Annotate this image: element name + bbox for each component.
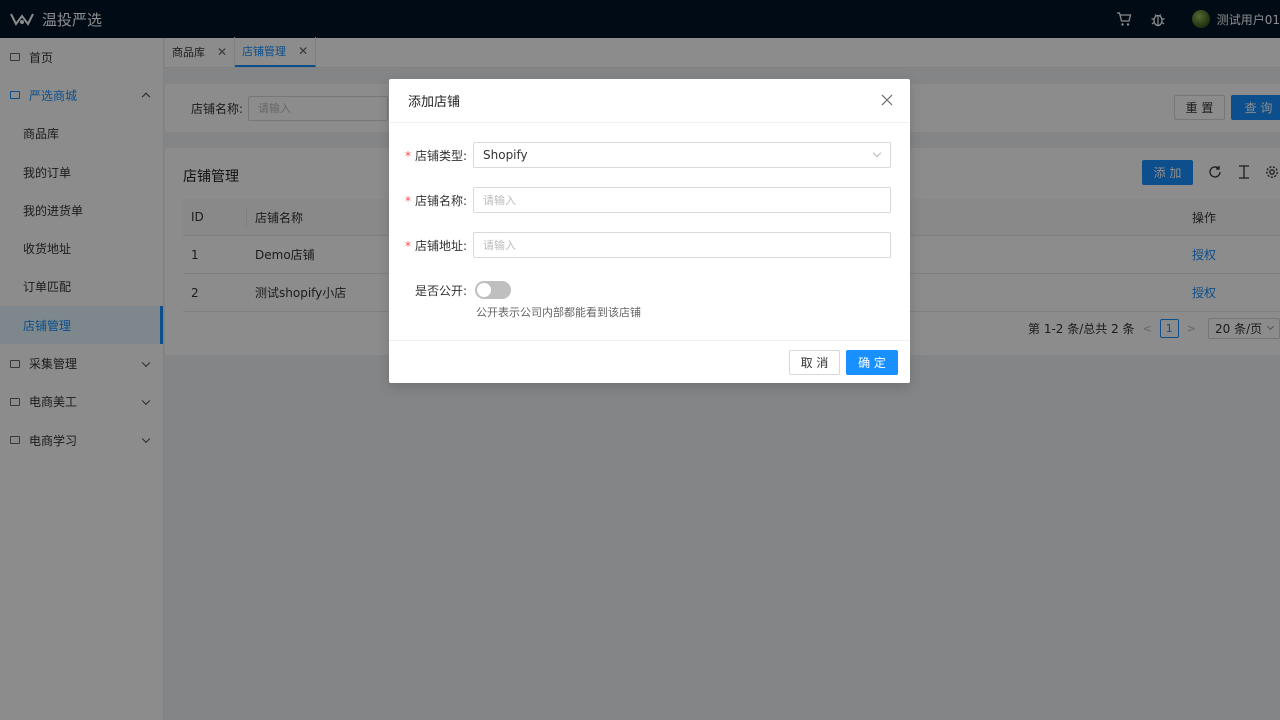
- dialog-header: 添加店铺: [389, 79, 910, 123]
- select-value: Shopify: [483, 148, 528, 162]
- close-icon[interactable]: [880, 93, 894, 107]
- store-type-label: * 店铺类型:: [405, 147, 467, 164]
- dialog-title: 添加店铺: [408, 95, 461, 110]
- label-text: 店铺地址:: [414, 238, 467, 253]
- store-name-input[interactable]: 请输入: [473, 187, 891, 213]
- form-row-store-name: * 店铺名称: 请输入: [389, 187, 910, 213]
- public-help-text: 公开表示公司内部都能看到该店铺: [476, 306, 641, 319]
- add-store-dialog: 添加店铺 * 店铺类型: Shopify * 店铺名称: 请输入 * 店铺地址: 请输…: [389, 79, 910, 383]
- store-type-select[interactable]: Shopify: [473, 142, 891, 168]
- input-placeholder: 请输入: [483, 194, 516, 207]
- chevron-down-icon: [872, 148, 882, 158]
- cancel-button[interactable]: 取 消: [789, 350, 840, 375]
- public-label: 是否公开:: [414, 283, 467, 298]
- required-mark: *: [404, 148, 411, 163]
- toggle-knob: [477, 283, 491, 297]
- input-placeholder: 请输入: [483, 239, 516, 252]
- required-mark: *: [404, 193, 411, 208]
- store-name-label: * 店铺名称:: [405, 192, 467, 209]
- dialog-footer: 取 消 确 定: [389, 340, 910, 383]
- form-row-store-type: * 店铺类型: Shopify: [389, 142, 910, 168]
- label-text: 店铺名称:: [414, 193, 467, 208]
- store-address-input[interactable]: 请输入: [473, 232, 891, 258]
- form-row-store-address: * 店铺地址: 请输入: [389, 232, 910, 258]
- label-text: 店铺类型:: [414, 148, 467, 163]
- required-mark: *: [404, 238, 411, 253]
- form-row-public: 是否公开:: [389, 277, 910, 303]
- public-toggle[interactable]: [475, 281, 511, 299]
- confirm-button[interactable]: 确 定: [846, 350, 898, 375]
- store-address-label: * 店铺地址:: [405, 237, 467, 254]
